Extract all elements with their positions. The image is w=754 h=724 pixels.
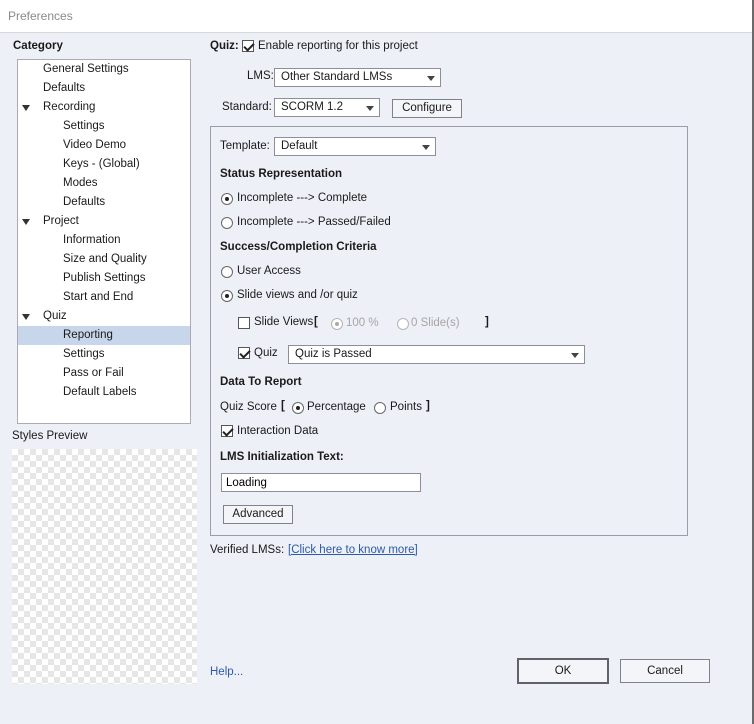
chevron-down-icon [366, 106, 374, 111]
template-label: Template: [220, 140, 270, 152]
template-dropdown[interactable]: Default [274, 137, 436, 156]
percentage-label: Percentage [307, 401, 366, 413]
user-access-radio[interactable] [221, 266, 233, 278]
slide-views-checkbox[interactable] [238, 317, 250, 329]
tree-item-recording-settings[interactable]: Settings [63, 117, 105, 136]
chevron-down-icon [427, 76, 435, 81]
quiz-criteria-checkbox[interactable] [238, 347, 250, 359]
chevron-down-icon [422, 145, 430, 150]
tree-item-video-demo[interactable]: Video Demo [63, 136, 126, 155]
tree-item-information[interactable]: Information [63, 231, 121, 250]
slides-label: 0 Slide(s) [411, 317, 460, 329]
interaction-data-checkbox[interactable] [221, 425, 233, 437]
quiz-score-label: Quiz Score [220, 401, 277, 413]
enable-reporting-checkbox[interactable] [242, 40, 254, 52]
slide-views-bracket-open: [ [314, 316, 318, 328]
points-radio[interactable] [374, 402, 386, 414]
tree-item-quiz[interactable]: Quiz [43, 307, 67, 326]
window-title: Preferences [8, 9, 73, 23]
data-to-report-heading: Data To Report [220, 376, 302, 388]
tree-item-reporting[interactable]: Reporting [18, 326, 190, 345]
configure-button[interactable]: Configure [392, 99, 462, 118]
status-passed-failed-radio[interactable] [221, 217, 233, 229]
percentage-radio[interactable] [292, 402, 304, 414]
lms-dropdown[interactable]: Other Standard LMSs [274, 68, 441, 87]
status-passed-failed-label: Incomplete ---> Passed/Failed [237, 216, 391, 228]
tree-item-quiz-settings[interactable]: Settings [63, 345, 105, 364]
slide-views-bracket-close: ] [485, 316, 489, 328]
slides-radio[interactable] [397, 318, 409, 330]
title-bar[interactable]: Preferences [0, 0, 752, 33]
points-label: Points [390, 401, 422, 413]
status-complete-radio[interactable] [221, 193, 233, 205]
expand-arrow-icon[interactable] [22, 105, 30, 111]
slide-views-label: Slide Views [254, 316, 314, 328]
expand-arrow-icon[interactable] [22, 314, 30, 320]
tree-item-start-and-end[interactable]: Start and End [63, 288, 133, 307]
quiz-score-bracket-close: ] [426, 400, 430, 412]
preferences-window: Preferences Category General Settings De… [0, 0, 754, 724]
user-access-label: User Access [237, 265, 301, 277]
cancel-button[interactable]: Cancel [620, 659, 710, 683]
quiz-condition-dropdown[interactable]: Quiz is Passed [288, 345, 585, 364]
interaction-data-label: Interaction Data [237, 425, 319, 437]
slide-views-quiz-label: Slide views and /or quiz [237, 289, 358, 301]
status-complete-label: Incomplete ---> Complete [237, 192, 368, 204]
success-criteria-heading: Success/Completion Criteria [220, 241, 377, 253]
tree-item-general-settings[interactable]: General Settings [43, 60, 129, 79]
lms-init-heading: LMS Initialization Text: [220, 451, 344, 463]
lms-init-text-input[interactable] [221, 473, 421, 492]
tree-item-defaults[interactable]: Defaults [43, 79, 85, 98]
expand-arrow-icon[interactable] [22, 219, 30, 225]
advanced-button[interactable]: Advanced [223, 505, 293, 524]
styles-preview-area [12, 449, 197, 684]
tree-item-project[interactable]: Project [43, 212, 79, 231]
tree-item-modes[interactable]: Modes [63, 174, 98, 193]
quiz-score-bracket-open: [ [281, 400, 285, 412]
lms-label: LMS: [247, 70, 274, 82]
percent-radio[interactable] [331, 318, 343, 330]
tree-item-publish-settings[interactable]: Publish Settings [63, 269, 145, 288]
status-representation-heading: Status Representation [220, 168, 343, 180]
category-heading: Category [13, 40, 63, 52]
standard-dropdown[interactable]: SCORM 1.2 [274, 98, 380, 117]
tree-item-keys-global[interactable]: Keys - (Global) [63, 155, 140, 174]
tree-item-recording[interactable]: Recording [43, 98, 95, 117]
percent-label: 100 % [346, 317, 379, 329]
quiz-criteria-label: Quiz [254, 347, 278, 359]
styles-preview-label: Styles Preview [12, 430, 88, 442]
enable-reporting-label: Enable reporting for this project [258, 40, 418, 52]
tree-item-recording-defaults[interactable]: Defaults [63, 193, 105, 212]
verified-lms-label: Verified LMSs: [210, 544, 285, 556]
ok-button[interactable]: OK [517, 658, 609, 684]
slide-views-quiz-radio[interactable] [221, 290, 233, 302]
category-tree[interactable]: General Settings Defaults Recording Sett… [17, 59, 191, 424]
quiz-label: Quiz: [210, 40, 239, 52]
tree-item-size-and-quality[interactable]: Size and Quality [63, 250, 147, 269]
help-link[interactable]: Help... [210, 666, 243, 678]
tree-item-default-labels[interactable]: Default Labels [63, 383, 137, 402]
tree-item-pass-or-fail[interactable]: Pass or Fail [63, 364, 124, 383]
verified-lms-link[interactable]: [Click here to know more] [288, 544, 418, 556]
chevron-down-icon [571, 353, 579, 358]
standard-label: Standard: [222, 101, 272, 113]
